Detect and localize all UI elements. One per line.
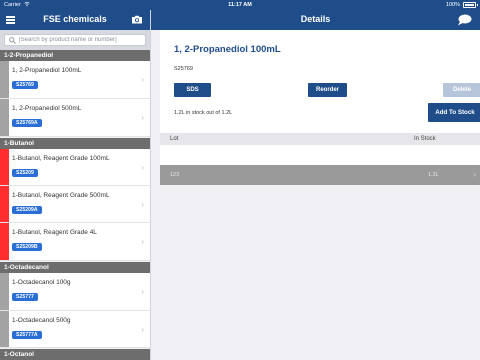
chevron-right-icon: › (141, 75, 144, 84)
search-icon (9, 37, 16, 44)
product-code-badge: S25769 (12, 81, 38, 89)
delete-button[interactable]: Delete (443, 83, 480, 97)
table-row[interactable]: 123 1.2L › (160, 165, 480, 185)
status-bar: Carrier 11:17 AM 100% (0, 0, 480, 10)
product-code-badge: S25777 (12, 293, 38, 301)
lot-value: 123 (170, 172, 180, 178)
app-title: FSE chemicals (43, 14, 107, 24)
item-name: 1-Octadecanol 500g (12, 317, 71, 324)
sds-button[interactable]: SDS (174, 83, 211, 97)
section-header-1-octadecanol: 1-Octadecanol (0, 262, 150, 273)
search-field[interactable] (4, 34, 146, 46)
details-title: Details (300, 14, 331, 24)
left-nav-bar: FSE chemicals (0, 10, 150, 30)
item-name: 1, 2-Propanediol 500mL (12, 105, 82, 112)
section-header-1-octanol: 1-Octanol (0, 349, 150, 360)
list-item[interactable]: 1, 2-Propanediol 100mL S25769 › (0, 61, 150, 99)
search-input[interactable] (19, 35, 143, 45)
chevron-right-icon: › (141, 113, 144, 122)
status-marker (0, 311, 9, 347)
product-code-badge: S25209 (12, 169, 38, 177)
status-marker (0, 273, 9, 310)
clock: 11:17 AM (228, 2, 252, 8)
chevron-right-icon: › (141, 287, 144, 296)
chat-icon[interactable] (457, 14, 472, 26)
status-marker (0, 223, 9, 260)
battery-percentage: 100% (445, 2, 460, 8)
stock-summary: 1.2L in stock out of 1.2L (174, 110, 233, 116)
right-nav-bar: Details (151, 10, 480, 30)
item-name: 1-Butanol, Reagent Grade 100mL (12, 155, 110, 162)
chevron-right-icon: › (141, 200, 144, 209)
column-header-in-stock: In Stock (414, 136, 436, 142)
camera-icon[interactable] (131, 15, 143, 24)
item-name: 1-Octadecanol 100g (12, 279, 71, 286)
in-stock-value: 1.2L (428, 172, 439, 178)
status-marker (0, 186, 9, 222)
status-marker (0, 149, 9, 185)
column-header-lot: Lot (170, 136, 179, 142)
status-marker (0, 61, 9, 98)
list-item[interactable]: 1-Butanol, Reagent Grade 500mL S25209A › (0, 186, 150, 223)
chevron-right-icon: › (141, 325, 144, 334)
section-header-1-butanol: 1-Butanol (0, 138, 150, 149)
product-title: 1, 2-Propanediol 100mL (174, 44, 281, 55)
battery-icon (463, 2, 478, 8)
product-code: S25769 (174, 66, 193, 72)
list-item[interactable]: 1-Butanol, Reagent Grade 4L S25209B › (0, 223, 150, 261)
details-pane: 1, 2-Propanediol 100mL S25769 SDS Reorde… (151, 30, 480, 360)
chevron-right-icon: › (141, 237, 144, 246)
item-name: 1-Butanol, Reagent Grade 4L (12, 229, 97, 236)
reorder-button[interactable]: Reorder (308, 83, 347, 97)
product-code-badge: S25209A (12, 206, 42, 214)
chevron-right-icon: › (473, 170, 476, 179)
search-bar (0, 30, 150, 50)
add-to-stock-button[interactable]: Add To Stock (428, 103, 480, 122)
product-code-badge: S25769A (12, 119, 42, 127)
list-item[interactable]: 1-Octadecanol 100g S25777 › (0, 273, 150, 311)
item-name: 1-Butanol, Reagent Grade 500mL (12, 192, 110, 199)
product-code-badge: S25777A (12, 331, 42, 339)
list-item[interactable]: 1-Octadecanol 500g S25777A › (0, 311, 150, 348)
lot-table-header: Lot In Stock (160, 133, 480, 145)
section-header-1-2-propanediol: 1-2-Propanediol (0, 50, 150, 61)
list-item[interactable]: 1-Butanol, Reagent Grade 100mL S25209 › (0, 149, 150, 186)
list-item[interactable]: 1, 2-Propanediol 500mL S25769A › (0, 99, 150, 137)
item-name: 1, 2-Propanediol 100mL (12, 67, 82, 74)
product-list-pane: 1-2-Propanediol 1, 2-Propanediol 100mL S… (0, 30, 150, 360)
status-marker (0, 99, 9, 136)
chevron-right-icon: › (141, 163, 144, 172)
product-code-badge: S25209B (12, 243, 42, 251)
